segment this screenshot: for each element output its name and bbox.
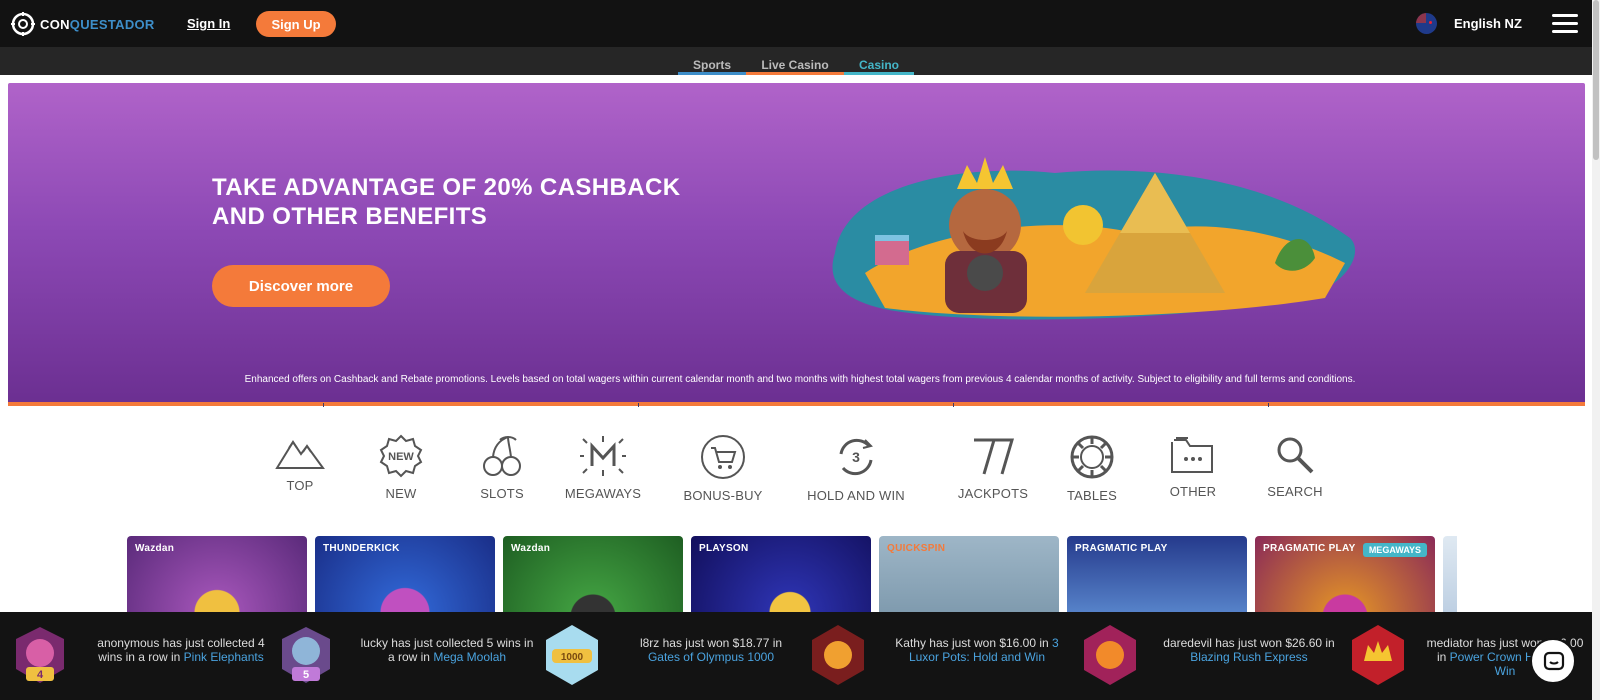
game-grid: Wazdan THUNDERKICK Wazdan PLAYSON QUICKS…: [127, 536, 1457, 612]
provider-label: THUNDERKICK: [323, 543, 400, 554]
sevens-icon: [974, 438, 1015, 475]
power-crown-thumbnail[interactable]: [1346, 623, 1410, 687]
megaways-badge: MEGAWAYS: [1362, 543, 1427, 557]
category-label: BONUS-BUY: [683, 488, 763, 503]
game-card[interactable]: QUICKSPIN: [879, 536, 1059, 612]
game-card[interactable]: THUNDERKICK: [315, 536, 495, 612]
ticker-game-link[interactable]: Mega Moolah: [433, 650, 506, 664]
svg-text:5: 5: [303, 669, 309, 681]
language-label: English NZ: [1454, 16, 1522, 31]
provider-label: Wazdan: [511, 543, 551, 554]
ticker-game-link[interactable]: Blazing Rush Express: [1190, 650, 1307, 664]
game-card[interactable]: PRAGMATIC PLAY: [1067, 536, 1247, 612]
conquestador-logo[interactable]: CONQUESTADOR: [10, 11, 155, 37]
gates-of-olympus-thumbnail[interactable]: 1000: [540, 623, 604, 687]
chip-icon: [1070, 435, 1114, 479]
ticker-game-link[interactable]: Gates of Olympus 1000: [648, 650, 774, 664]
search-icon: [1277, 437, 1314, 474]
category-label: MEGAWAYS: [564, 486, 642, 501]
game-card[interactable]: PRAGMATIC PLAY MEGAWAYS: [1255, 536, 1435, 612]
banner-pager: [8, 403, 1585, 408]
logo-text: CONQUESTADOR: [40, 16, 155, 32]
blazing-rush-thumbnail[interactable]: [1078, 623, 1142, 687]
game-card[interactable]: Wazdan: [503, 536, 683, 612]
category-label: HOLD AND WIN: [807, 488, 905, 503]
ticker-message: l8rz has just won $18.77 in Gates of Oly…: [639, 636, 783, 664]
banner-title: TAKE ADVANTAGE OF 20% CASHBACK AND OTHER…: [212, 174, 681, 230]
discover-more-button[interactable]: Discover more: [212, 265, 390, 307]
category-search[interactable]: SEARCH: [1235, 434, 1355, 499]
game-card[interactable]: [1443, 536, 1457, 612]
tab-casino[interactable]: Casino: [844, 58, 914, 75]
megaways-icon: [580, 436, 626, 476]
provider-label: PRAGMATIC PLAY: [1263, 543, 1356, 554]
promo-banner[interactable]: TAKE ADVANTAGE OF 20% CASHBACK AND OTHER…: [8, 83, 1585, 405]
language-selector[interactable]: English NZ: [1416, 13, 1522, 34]
game-card[interactable]: Wazdan: [127, 536, 307, 612]
ticker-game-link[interactable]: Pink Elephants: [184, 650, 264, 664]
hamburger-menu-icon[interactable]: [1552, 14, 1578, 34]
tab-live-casino[interactable]: Live Casino: [746, 58, 844, 75]
new-badge-icon: NEW: [379, 434, 423, 478]
folder-icon: [1171, 437, 1213, 473]
mountain-icon: [275, 440, 325, 469]
provider-label: PLAYSON: [699, 543, 749, 554]
nz-flag-icon: [1416, 13, 1437, 34]
chat-icon: [1543, 651, 1565, 671]
category-label: SEARCH: [1267, 484, 1323, 499]
sign-up-button[interactable]: Sign Up: [256, 11, 336, 37]
sign-in-link[interactable]: Sign In: [187, 16, 230, 31]
cart-icon: [701, 435, 745, 479]
pink-elephants-thumbnail[interactable]: 4: [8, 623, 72, 687]
svg-text:3: 3: [852, 449, 860, 465]
provider-label: Wazdan: [135, 543, 175, 554]
live-chat-button[interactable]: [1530, 638, 1576, 684]
hold-and-win-icon: 3: [839, 438, 873, 476]
category-megaways[interactable]: MEGAWAYS: [543, 434, 663, 501]
recent-wins-ticker: 4 anonymous has just collected 4 wins in…: [0, 612, 1592, 700]
logo-icon: [11, 12, 35, 36]
ticker-message: daredevil has just won $26.60 in Blazing…: [1163, 636, 1335, 664]
mega-moolah-thumbnail[interactable]: 5: [274, 623, 338, 687]
svg-text:4: 4: [37, 669, 44, 681]
top-header: CONQUESTADOR Sign In Sign Up English NZ: [0, 0, 1592, 47]
scrollbar-thumb[interactable]: [1593, 0, 1599, 160]
ticker-message: anonymous has just collected 4 wins in a…: [97, 636, 265, 664]
svg-text:1000: 1000: [561, 652, 584, 663]
category-hold-and-win[interactable]: 3 HOLD AND WIN: [796, 434, 916, 503]
game-card[interactable]: PLAYSON: [691, 536, 871, 612]
banner-terms-note: Enhanced offers on Cashback and Rebate p…: [244, 374, 1356, 385]
product-nav: Sports Live Casino Casino: [0, 47, 1592, 75]
provider-label: PRAGMATIC PLAY: [1075, 543, 1168, 554]
page-scrollbar[interactable]: [1592, 0, 1600, 700]
cherries-icon: [483, 436, 521, 476]
king-illustration: [832, 157, 1356, 320]
ticker-message: Kathy has just won $16.00 in 3 Luxor Pot…: [895, 636, 1059, 664]
ticker-message: lucky has just collected 5 wins in a row…: [360, 636, 534, 664]
luxor-pots-thumbnail[interactable]: [806, 623, 870, 687]
svg-text:NEW: NEW: [388, 451, 414, 463]
game-categories: TOP NEW NEW SLOTS MEGAWAYS BONUS-BUY 3 H…: [240, 434, 1350, 504]
provider-label: QUICKSPIN: [887, 543, 946, 554]
tab-sports[interactable]: Sports: [678, 58, 746, 75]
category-bonus-buy[interactable]: BONUS-BUY: [663, 434, 783, 503]
